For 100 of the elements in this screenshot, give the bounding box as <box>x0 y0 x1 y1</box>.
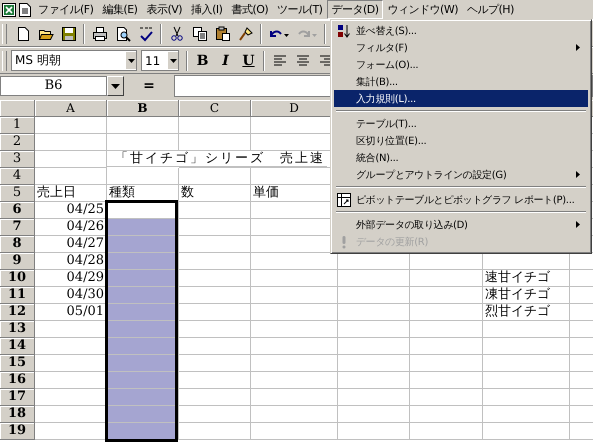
menu-item[interactable]: ヘルプ(H) <box>463 0 518 19</box>
row-header[interactable]: 7 <box>0 219 35 236</box>
table-cell <box>35 168 107 185</box>
pivot-table-icon <box>337 192 351 206</box>
table-cell <box>179 406 251 423</box>
table-cell <box>179 304 251 321</box>
menu-item[interactable]: 外部データの取り込み(D) <box>334 216 588 233</box>
table-cell: 04/26 <box>35 219 107 236</box>
select-all-corner[interactable] <box>0 100 35 117</box>
column-header[interactable]: A <box>35 100 107 117</box>
submenu-arrow-icon <box>576 171 580 178</box>
submenu-arrow-icon <box>576 44 580 51</box>
menu-item[interactable]: 並べ替え(S)... <box>334 22 588 39</box>
row-header[interactable]: 19 <box>0 423 35 440</box>
table-cell: 凍甘イチゴ <box>483 287 570 304</box>
italic-button[interactable]: I <box>214 50 237 72</box>
column-header[interactable]: B <box>107 100 179 117</box>
table-cell <box>107 168 179 185</box>
table-cell <box>179 338 251 355</box>
row-header[interactable]: 6 <box>0 202 35 219</box>
spreadsheet-app-icon[interactable] <box>2 2 16 16</box>
menu-item[interactable]: 集計(B)... <box>334 73 588 90</box>
bold-button[interactable]: B <box>191 50 214 72</box>
exclamation-icon <box>341 234 347 248</box>
selected-cell[interactable] <box>107 270 179 287</box>
table-cell <box>179 253 251 270</box>
table-cell <box>179 389 251 406</box>
menu-item[interactable]: 挿入(I) <box>187 0 226 19</box>
table-cell <box>179 355 251 372</box>
row-header[interactable]: 4 <box>0 168 35 185</box>
selected-cell[interactable] <box>107 321 179 338</box>
row-header[interactable]: 8 <box>0 236 35 253</box>
table-cell <box>338 304 410 321</box>
menu-item[interactable]: テーブル(T)... <box>334 115 588 132</box>
selected-cell[interactable] <box>107 236 179 253</box>
menu-item[interactable]: 統合(N)... <box>334 149 588 166</box>
table-cell: 04/28 <box>35 253 107 270</box>
underline-button[interactable]: U <box>237 50 260 72</box>
column-header[interactable]: C <box>179 100 251 117</box>
row-header[interactable]: 1 <box>0 117 35 134</box>
menu-item[interactable]: 区切り位置(E)... <box>334 132 588 149</box>
selected-cell[interactable] <box>107 219 179 236</box>
row-header[interactable]: 13 <box>0 321 35 338</box>
menu-item[interactable]: 入力規則(L)... <box>334 90 588 107</box>
selected-cell[interactable] <box>107 406 179 423</box>
menu-item[interactable]: フォーム(O)... <box>334 56 588 73</box>
table-cell: 速甘イチゴ <box>483 270 570 287</box>
menu-item[interactable]: データ(D) <box>327 0 383 19</box>
table-cell <box>35 117 107 134</box>
menu-item[interactable]: 表示(V) <box>142 0 186 19</box>
menu-item[interactable]: ツール(T) <box>273 0 326 19</box>
selected-cell[interactable] <box>107 355 179 372</box>
table-cell <box>107 117 179 134</box>
menu-item[interactable]: グループとアウトラインの設定(G) <box>334 166 588 183</box>
table-cell: 05/01 <box>35 304 107 321</box>
selected-cell[interactable] <box>107 389 179 406</box>
document-icon[interactable] <box>19 2 31 16</box>
table-cell: 04/27 <box>35 236 107 253</box>
table-cell <box>338 406 410 423</box>
name-box[interactable]: B6 <box>0 76 107 96</box>
table-cell: 04/25 <box>35 202 107 219</box>
menu-item[interactable]: 書式(O) <box>227 0 272 19</box>
sheet-title: 「甘イチゴ」シリーズ 売上速 <box>107 151 327 167</box>
row-header[interactable]: 11 <box>0 287 35 304</box>
table-cell <box>338 270 410 287</box>
table-cell: 04/30 <box>35 287 107 304</box>
row-header[interactable]: 5 <box>0 185 35 202</box>
row-header[interactable]: 9 <box>0 253 35 270</box>
menu-item[interactable]: ファイル(F) <box>34 0 98 19</box>
menu-item[interactable]: ウィンドウ(W) <box>384 0 462 19</box>
font-name-field[interactable]: MS 明朝 <box>11 50 137 71</box>
row-header[interactable]: 2 <box>0 134 35 151</box>
table-cell: 数 <box>179 185 251 202</box>
table-cell <box>338 355 410 372</box>
selected-cell[interactable] <box>107 253 179 270</box>
font-size-field[interactable]: 11 <box>141 50 179 71</box>
row-header[interactable]: 10 <box>0 270 35 287</box>
table-cell <box>338 287 410 304</box>
selected-cell[interactable] <box>107 304 179 321</box>
menu-item[interactable]: 編集(E) <box>98 0 142 19</box>
row-header[interactable]: 16 <box>0 372 35 389</box>
row-header[interactable]: 3 <box>0 151 35 168</box>
table-cell <box>179 372 251 389</box>
selected-cell[interactable] <box>107 372 179 389</box>
menu-item[interactable]: フィルタ(F) <box>334 39 588 56</box>
table-cell <box>179 287 251 304</box>
table-cell <box>338 338 410 355</box>
selected-cell[interactable] <box>107 287 179 304</box>
formula-equals-label: = <box>142 78 156 94</box>
row-header[interactable]: 14 <box>0 338 35 355</box>
selected-cell[interactable] <box>107 338 179 355</box>
row-header[interactable]: 18 <box>0 406 35 423</box>
row-header[interactable]: 15 <box>0 355 35 372</box>
table-cell <box>179 270 251 287</box>
table-cell <box>179 423 251 440</box>
table-cell <box>338 389 410 406</box>
row-header[interactable]: 12 <box>0 304 35 321</box>
row-header[interactable]: 17 <box>0 389 35 406</box>
table-cell: 04/29 <box>35 270 107 287</box>
sort-icon <box>337 24 351 38</box>
